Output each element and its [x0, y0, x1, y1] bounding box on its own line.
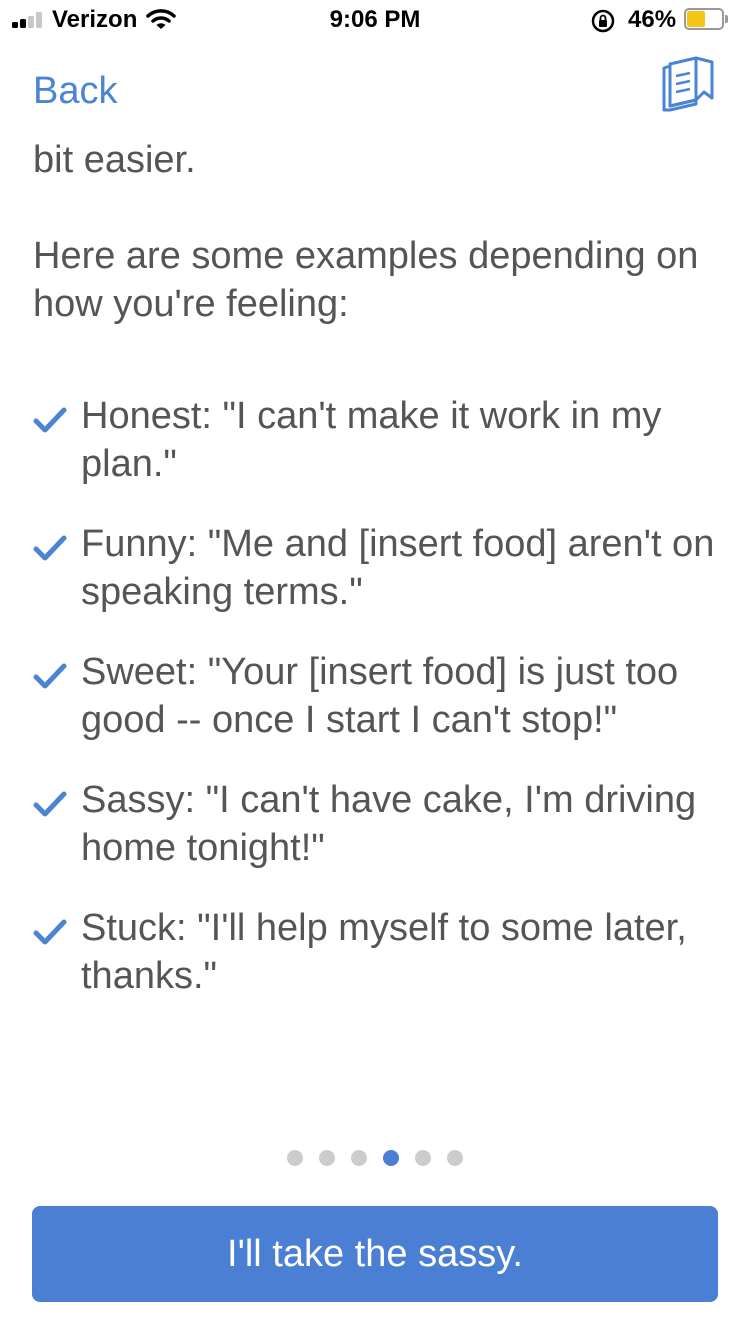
checkmark-icon	[33, 782, 67, 830]
examples-intro-text: Here are some examples depending on how …	[33, 235, 699, 325]
page-dot-active[interactable]	[383, 1150, 399, 1166]
page-dot[interactable]	[287, 1150, 303, 1166]
book-icon[interactable]	[662, 54, 716, 117]
example-honest: Honest: "I can't make it work in my plan…	[33, 392, 723, 488]
page-dot[interactable]	[415, 1150, 431, 1166]
status-bar: Verizon 9:06 PM 46%	[0, 0, 750, 40]
example-sweet: Sweet: "Your [insert food] is just too g…	[33, 648, 723, 744]
back-button[interactable]: Back	[33, 70, 117, 113]
example-text: Honest: "I can't make it work in my plan…	[81, 395, 662, 485]
example-text: Sweet: "Your [insert food] is just too g…	[81, 651, 679, 741]
checkmark-icon	[33, 654, 67, 702]
examples-list: Honest: "I can't make it work in my plan…	[33, 392, 723, 1032]
example-funny: Funny: "Me and [insert food] aren't on s…	[33, 520, 723, 616]
intro-text: bit easier.	[33, 139, 196, 181]
battery-icon	[684, 8, 730, 30]
example-text: Stuck: "I'll help myself to some later, …	[81, 907, 687, 997]
checkmark-icon	[33, 910, 67, 958]
page-indicator	[0, 1150, 750, 1166]
example-stuck: Stuck: "I'll help myself to some later, …	[33, 904, 723, 1000]
page-dot[interactable]	[447, 1150, 463, 1166]
example-sassy: Sassy: "I can't have cake, I'm driving h…	[33, 776, 723, 872]
checkmark-icon	[33, 526, 67, 574]
page-dot[interactable]	[319, 1150, 335, 1166]
battery-percent: 46%	[628, 6, 677, 33]
page-dot[interactable]	[351, 1150, 367, 1166]
checkmark-icon	[33, 398, 67, 446]
example-text: Sassy: "I can't have cake, I'm driving h…	[81, 779, 697, 869]
sassy-choice-button[interactable]: I'll take the sassy.	[32, 1206, 718, 1302]
example-text: Funny: "Me and [insert food] aren't on s…	[81, 523, 715, 613]
orientation-lock-icon	[590, 8, 616, 39]
